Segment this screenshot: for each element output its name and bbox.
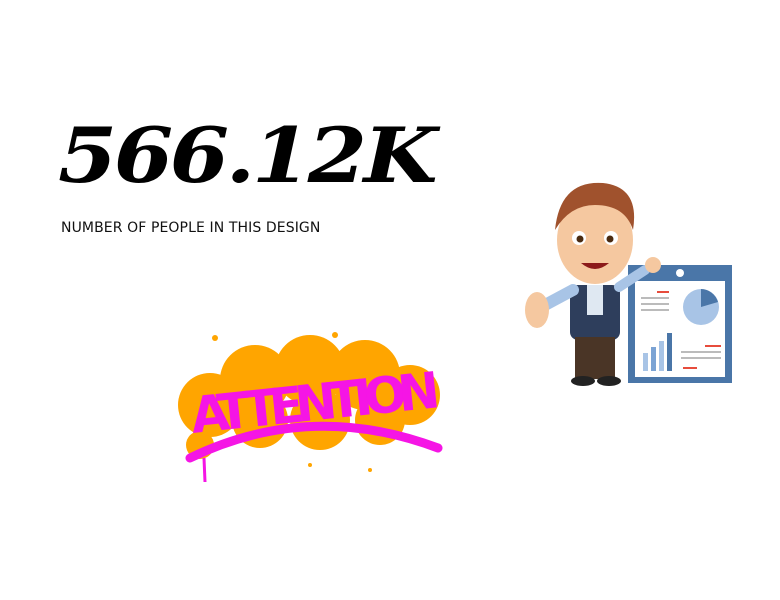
paint-drip — [202, 457, 207, 483]
stat-value: 566.12K — [58, 111, 438, 200]
stat-label: NUMBER OF PEOPLE IN THIS DESIGN — [61, 220, 321, 236]
thumbs-up-hand — [525, 292, 549, 328]
businessman-presenting-chart-icon — [525, 182, 732, 386]
attention-graffiti-graphic: ATTENTION — [178, 332, 443, 483]
